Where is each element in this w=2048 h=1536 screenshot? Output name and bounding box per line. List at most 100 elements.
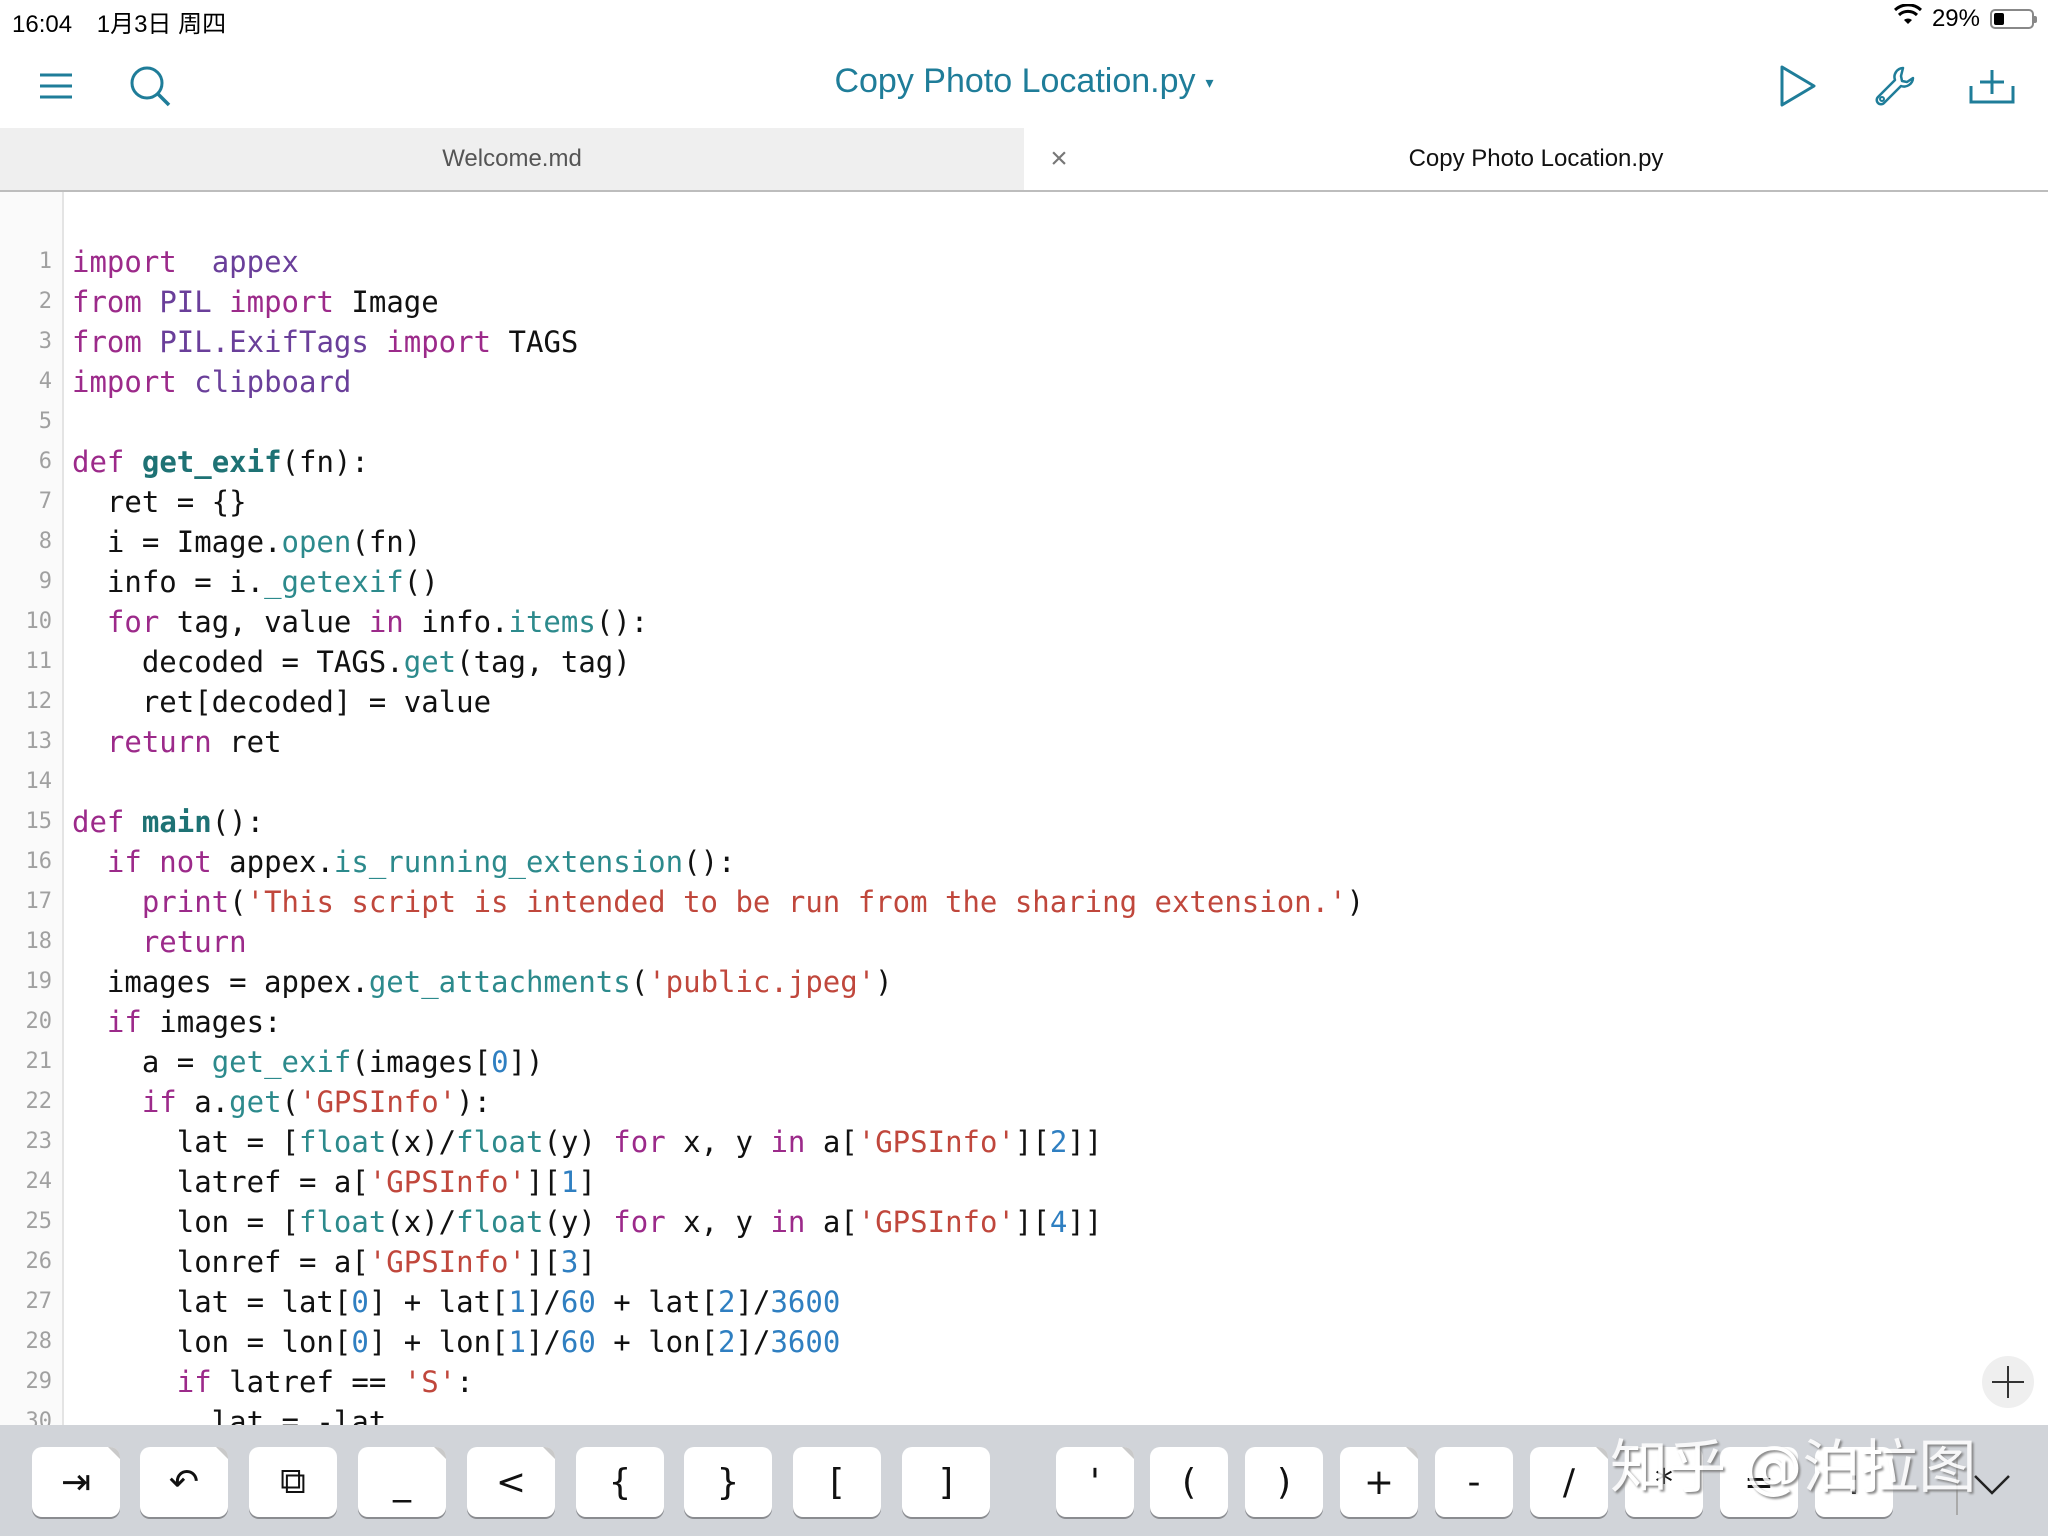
key-corner-indicator: [543, 1447, 555, 1459]
code-line[interactable]: 1 import appex: [0, 242, 2048, 282]
tray-plus-icon[interactable]: [1968, 62, 2016, 110]
code-token: + lon[: [595, 1325, 719, 1359]
code-token: :: [456, 1365, 474, 1399]
code-line[interactable]: 27 lat = lat[0] + lat[1]/60 + lat[2]/360…: [0, 1282, 2048, 1322]
code-token: ]/: [525, 1325, 561, 1359]
code-token: items: [508, 605, 596, 639]
equals-key[interactable]: =: [1720, 1447, 1798, 1517]
minus-key[interactable]: -: [1435, 1447, 1513, 1517]
code-token: (fn):: [281, 445, 369, 479]
key-label: =: [1743, 1461, 1775, 1503]
code-token: ]/: [525, 1285, 561, 1319]
code-line[interactable]: 21 a = get_exif(images[0]): [0, 1042, 2048, 1082]
code-line[interactable]: 8 i = Image.open(fn): [0, 522, 2048, 562]
code-line[interactable]: 15 def main():: [0, 802, 2048, 842]
code-line[interactable]: 16 if not appex.is_running_extension():: [0, 842, 2048, 882]
open-paren-key[interactable]: (: [1150, 1447, 1228, 1517]
less-than-key[interactable]: <: [467, 1447, 555, 1517]
code-text: lon = [float(x)/float(y) for x, y in a['…: [72, 1202, 1102, 1242]
quote-key[interactable]: ': [1056, 1447, 1134, 1517]
tab-label: Copy Photo Location.py: [1408, 145, 1664, 172]
code-line[interactable]: 3 from PIL.ExifTags import TAGS: [0, 322, 2048, 362]
code-line[interactable]: 2 from PIL import Image: [0, 282, 2048, 322]
code-line[interactable]: 9 info = i._getexif(): [0, 562, 2048, 602]
asterisk-key[interactable]: *: [1625, 1447, 1703, 1517]
code-line[interactable]: 14: [0, 762, 2048, 802]
code-area[interactable]: 1 import appex 2 from PIL import Image 3 from…: [0, 242, 2048, 1425]
tab-key[interactable]: ⇥: [32, 1447, 120, 1517]
code-line[interactable]: 23 lat = [float(x)/float(y) for x, y in …: [0, 1122, 2048, 1162]
undo-key[interactable]: ↶: [140, 1447, 228, 1517]
status-time-date: 16:04 1月3日 周四: [12, 4, 244, 39]
nav-bar: Copy Photo Location.py ▾: [0, 40, 2048, 128]
code-line[interactable]: 29 if latref == 'S':: [0, 1362, 2048, 1402]
open-brace-key[interactable]: {: [576, 1447, 664, 1517]
code-line[interactable]: 5: [0, 402, 2048, 442]
code-text: latref = a['GPSInfo'][1]: [72, 1162, 596, 1202]
code-line[interactable]: 26 lonref = a['GPSInfo'][3]: [0, 1242, 2048, 1282]
chevron-down-icon[interactable]: [1962, 1465, 2022, 1505]
code-token: 'GPSInfo': [368, 1165, 526, 1199]
code-token: def: [72, 445, 125, 479]
code-line[interactable]: 20 if images:: [0, 1002, 2048, 1042]
code-line[interactable]: 11 decoded = TAGS.get(tag, tag): [0, 642, 2048, 682]
code-token: ret: [211, 725, 282, 759]
key-label: ': [1090, 1461, 1100, 1503]
code-line[interactable]: 18 return: [0, 922, 2048, 962]
code-token: 1: [508, 1285, 526, 1319]
code-line[interactable]: 22 if a.get('GPSInfo'):: [0, 1082, 2048, 1122]
code-token: (: [630, 965, 649, 999]
code-text: a = get_exif(images[0]): [72, 1042, 544, 1082]
open-bracket-key[interactable]: [: [793, 1447, 881, 1517]
code-token: latref = a[: [72, 1165, 369, 1199]
close-brace-key[interactable]: }: [684, 1447, 772, 1517]
underscore-key[interactable]: _: [358, 1447, 446, 1517]
code-line[interactable]: 6 def get_exif(fn):: [0, 442, 2048, 482]
code-token: info = i.: [72, 565, 265, 599]
code-token: 'public.jpeg': [648, 965, 876, 999]
slash-key[interactable]: /: [1530, 1447, 1608, 1517]
code-token: + lat[: [595, 1285, 719, 1319]
code-line[interactable]: 25 lon = [float(x)/float(y) for x, y in …: [0, 1202, 2048, 1242]
floating-add-button[interactable]: [1982, 1356, 2034, 1408]
clipboard-key[interactable]: ⧉: [249, 1447, 337, 1517]
tab-welcome-md[interactable]: Welcome.md: [0, 128, 1024, 190]
code-token: import: [72, 365, 177, 399]
code-line[interactable]: 19 images = appex.get_attachments('publi…: [0, 962, 2048, 1002]
code-line[interactable]: 7 ret = {}: [0, 482, 2048, 522]
code-token: float: [298, 1125, 387, 1159]
key-label: {: [608, 1461, 632, 1503]
code-token: a.: [176, 1085, 230, 1119]
code-token: ][: [1014, 1125, 1050, 1159]
code-line[interactable]: 10 for tag, value in info.items():: [0, 602, 2048, 642]
close-bracket-key[interactable]: ]: [902, 1447, 990, 1517]
close-paren-key[interactable]: ): [1245, 1447, 1323, 1517]
code-line[interactable]: 28 lon = lon[0] + lon[1]/60 + lon[2]/360…: [0, 1322, 2048, 1362]
code-editor[interactable]: 1 import appex 2 from PIL import Image 3 from…: [0, 192, 2048, 1425]
code-line[interactable]: 4 import clipboard: [0, 362, 2048, 402]
code-line[interactable]: 24 latref = a['GPSInfo'][1]: [0, 1162, 2048, 1202]
tab-copy-photo-location[interactable]: Copy Photo Location.py: [1024, 128, 2048, 190]
code-token: ): [875, 965, 893, 999]
document-title-button[interactable]: Copy Photo Location.py ▾: [0, 62, 2048, 101]
close-tab-icon[interactable]: ×: [1044, 142, 1074, 176]
code-token: lat = [: [72, 1125, 299, 1159]
plus-key[interactable]: +: [1340, 1447, 1418, 1517]
code-line[interactable]: 12 ret[decoded] = value: [0, 682, 2048, 722]
code-token: ):: [456, 1085, 492, 1119]
colon-key[interactable]: :: [1815, 1447, 1893, 1517]
code-line[interactable]: 13 return ret: [0, 722, 2048, 762]
wrench-icon[interactable]: [1871, 62, 1919, 110]
code-token: if: [72, 1085, 177, 1119]
code-token: if not: [72, 845, 212, 879]
code-text: lon = lon[0] + lon[1]/60 + lon[2]/3600: [72, 1322, 841, 1362]
code-line[interactable]: 17 print('This script is intended to be …: [0, 882, 2048, 922]
code-line[interactable]: 30 lat = -lat: [0, 1402, 2048, 1425]
code-token: get_attachments: [368, 965, 631, 999]
play-icon[interactable]: [1774, 62, 1822, 110]
code-token: ]): [508, 1045, 544, 1079]
wifi-icon: [1893, 3, 1922, 33]
code-token: 2: [718, 1325, 736, 1359]
